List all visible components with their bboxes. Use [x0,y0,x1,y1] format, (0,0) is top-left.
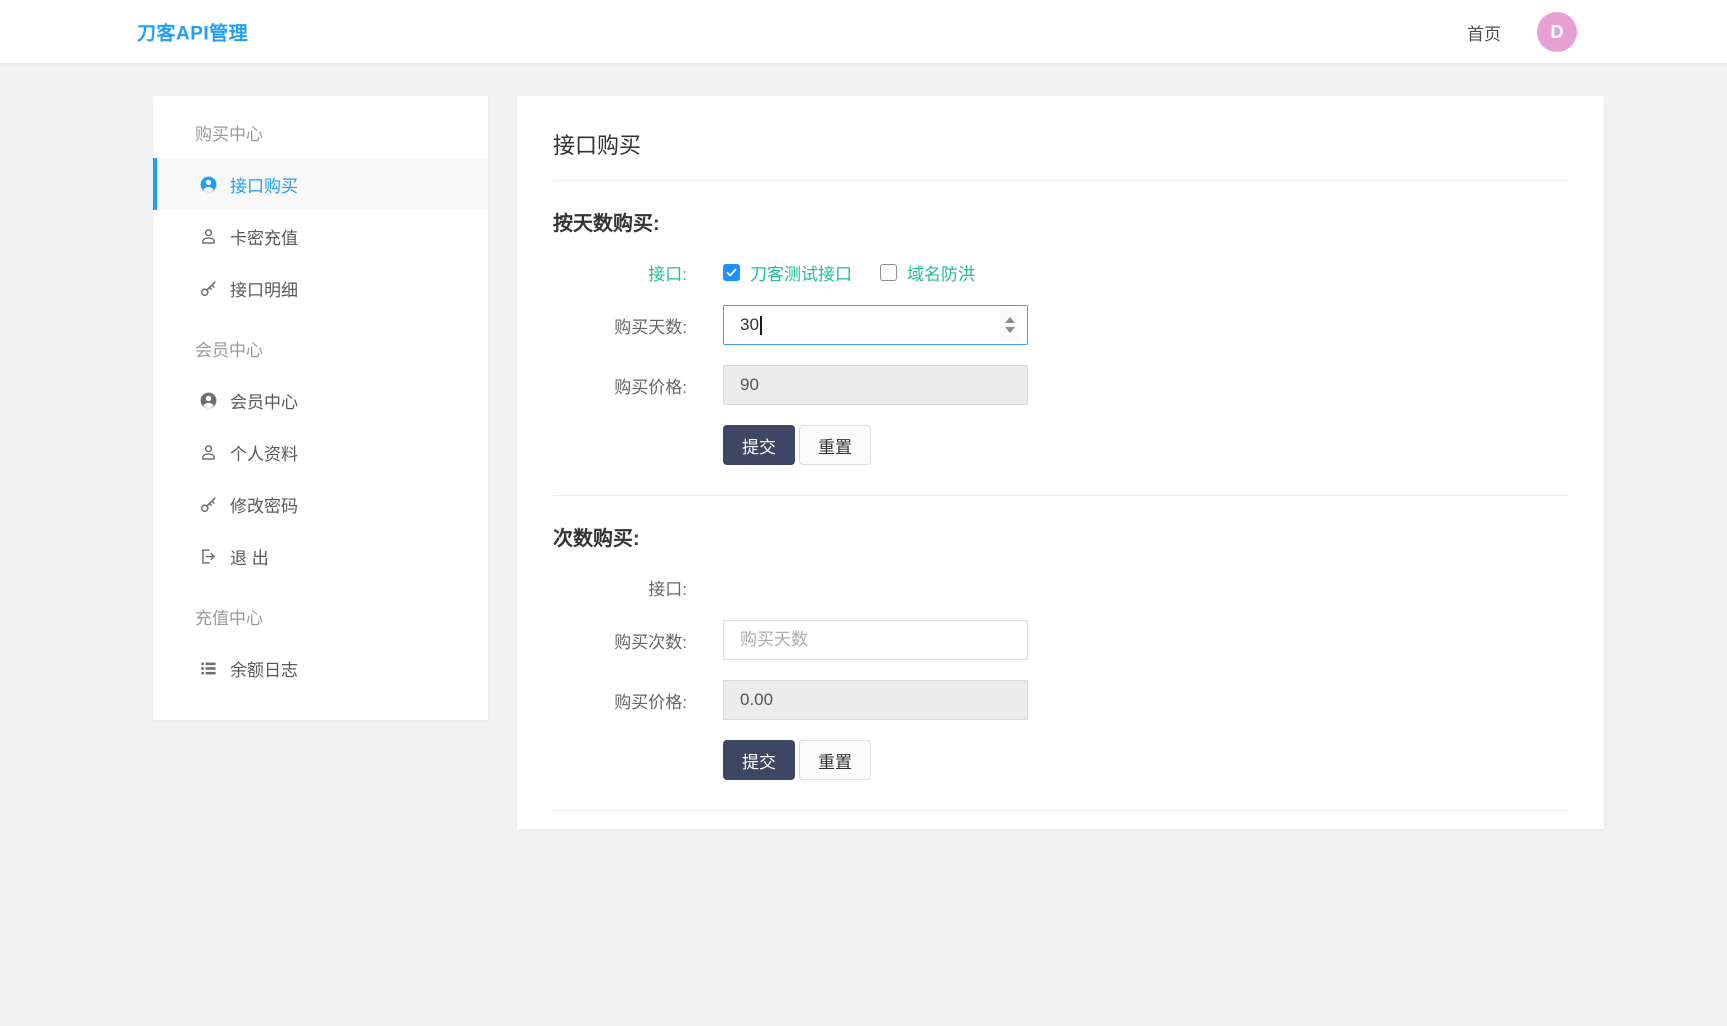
api-select-row: 接口: 刀客测试接口 域名防洪 [553,260,1568,285]
sidebar-item-api-purchase[interactable]: 接口购买 [153,158,488,210]
day-price-input[interactable] [723,365,1028,405]
checkbox-label[interactable]: 刀客测试接口 [750,260,852,285]
sidebar-item-label: 接口购买 [230,176,298,196]
header-right: 首页 D [1467,0,1577,64]
days-number-input[interactable]: 30 [723,305,1028,345]
sidebar-section-recharge-center: 充值中心 [195,609,263,628]
api-checkbox-group: 刀客测试接口 域名防洪 [723,260,1003,285]
api-label: 接口: [648,580,687,599]
count-api-row: 接口: [553,575,1568,600]
sidebar-section-member-center: 会员中心 [195,341,263,360]
checkbox-checked-icon[interactable] [723,264,740,281]
page-title: 接口购买 [553,96,1568,181]
sidebar-item-label: 余额日志 [230,660,298,680]
spinner-up-icon[interactable] [1005,317,1015,323]
count-row: 购买次数: [553,620,1568,660]
price-label: 购买价格: [614,692,687,712]
sidebar-item-member-center[interactable]: 会员中心 [153,374,488,426]
user-outline-icon [199,443,218,462]
checkbox-option-domain-flood[interactable]: 域名防洪 [880,260,975,285]
sidebar-item-label: 退 出 [230,548,269,568]
sidebar-item-change-password[interactable]: 修改密码 [153,478,488,530]
days-row: 购买天数: 30 [553,305,1568,345]
count-buttons-row: 提交 重置 [553,740,1568,784]
count-section-heading: 次数购买: [553,528,640,550]
brand-title[interactable]: 刀客API管理 [137,18,248,45]
price-label: 购买价格: [614,377,687,397]
sidebar-item-balance-log[interactable]: 余额日志 [153,642,488,694]
count-input[interactable] [723,620,1028,660]
count-reset-button[interactable]: 重置 [799,740,871,780]
section-divider [553,495,1568,496]
sidebar-item-profile[interactable]: 个人资料 [153,426,488,478]
checkbox-label[interactable]: 域名防洪 [907,260,975,285]
key-icon [199,279,218,298]
spinner-down-icon[interactable] [1005,327,1015,333]
api-label: 接口: [648,265,687,284]
days-label: 购买天数: [614,317,687,337]
api-purchase-card: 接口购买 按天数购买: 接口: 刀客测试接口 域名防洪 购买天数: 30 购买价… [517,96,1604,829]
app-header: 刀客API管理 首页 D [0,0,1727,64]
days-value: 30 [740,315,759,334]
sidebar-item-label: 接口明细 [230,280,298,300]
list-icon [199,659,218,678]
count-price-row: 购买价格: [553,680,1568,720]
day-reset-button[interactable]: 重置 [799,425,871,465]
day-buttons-row: 提交 重置 [553,425,1568,469]
text-caret [759,315,762,335]
user-outline-icon [199,227,218,246]
day-price-row: 购买价格: [553,365,1568,405]
checkbox-unchecked-icon[interactable] [880,264,897,281]
sidebar-item-card-recharge[interactable]: 卡密充值 [153,210,488,262]
key-icon [199,495,218,514]
user-avatar[interactable]: D [1537,12,1577,52]
sidebar-item-label: 修改密码 [230,496,298,516]
sidebar-item-logout[interactable]: 退 出 [153,530,488,582]
count-submit-button[interactable]: 提交 [723,740,795,780]
checkbox-option-test-api[interactable]: 刀客测试接口 [723,260,852,285]
user-circle-icon [199,391,218,410]
sidebar-item-label: 个人资料 [230,444,298,464]
card-bottom-divider [553,810,1568,811]
sidebar-item-label: 会员中心 [230,392,298,412]
count-price-input[interactable] [723,680,1028,720]
day-section-heading: 按天数购买: [553,213,660,235]
sign-out-icon [199,547,218,566]
user-circle-icon [199,175,218,194]
day-submit-button[interactable]: 提交 [723,425,795,465]
sidebar-section-purchase-center: 购买中心 [195,125,263,144]
count-label: 购买次数: [614,632,687,652]
sidebar-item-api-details[interactable]: 接口明细 [153,262,488,314]
avatar-letter: D [1550,21,1564,42]
sidebar: 购买中心 接口购买 卡密充值 接口明细 会员中心 会员中心 个人资料 修改密码 … [153,96,488,720]
number-spinner[interactable] [1000,309,1020,341]
nav-home-link[interactable]: 首页 [1467,20,1501,45]
sidebar-item-label: 卡密充值 [230,228,298,248]
